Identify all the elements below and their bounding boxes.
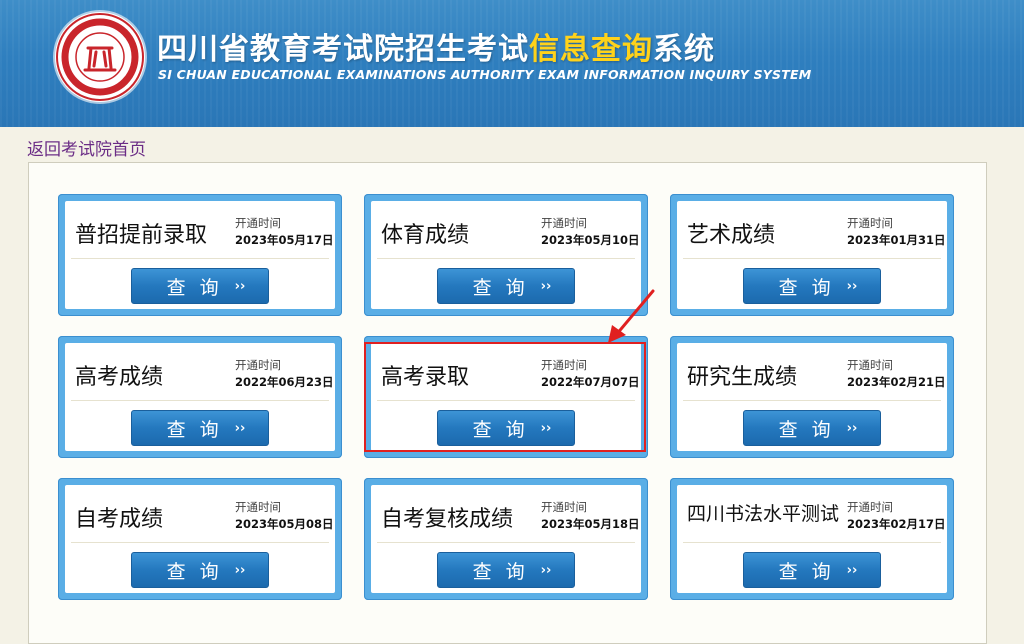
open-date: 2022年07月07日 <box>541 375 640 389</box>
card-gaokao-scores: 高考成绩 开通时间 2022年06月23日 查询 ›› <box>58 336 342 458</box>
double-chevron-right-icon: ›› <box>234 562 246 578</box>
card-title: 艺术成绩 <box>687 223 776 248</box>
double-chevron-right-icon: ›› <box>846 420 858 436</box>
card-graduate-scores: 研究生成绩 开通时间 2023年02月21日 查询 ›› <box>670 336 954 458</box>
divider <box>71 258 329 259</box>
open-time-label: 开通时间 <box>235 358 281 372</box>
card-title: 自考复核成绩 <box>381 507 514 532</box>
query-button[interactable]: 查询 ›› <box>743 552 881 588</box>
open-time-label: 开通时间 <box>847 216 893 230</box>
open-date: 2023年02月17日 <box>847 517 946 531</box>
open-date: 2023年05月10日 <box>541 233 640 247</box>
open-date: 2023年05月08日 <box>235 517 334 531</box>
card-art-scores: 艺术成绩 开通时间 2023年01月31日 查询 ›› <box>670 194 954 316</box>
open-date: 2023年01月31日 <box>847 233 946 247</box>
open-time-label: 开通时间 <box>235 216 281 230</box>
query-button[interactable]: 查询 ›› <box>131 410 269 446</box>
divider <box>377 542 635 543</box>
double-chevron-right-icon: ›› <box>846 562 858 578</box>
card-title: 体育成绩 <box>381 223 470 248</box>
query-button[interactable]: 查询 ›› <box>131 552 269 588</box>
card-calligraphy-test: 四川书法水平测试 开通时间 2023年02月17日 查询 ›› <box>670 478 954 600</box>
open-time-label: 开通时间 <box>541 358 587 372</box>
site-title-highlight: 信息查询 <box>529 32 653 67</box>
divider <box>71 400 329 401</box>
card-self-study-review: 自考复核成绩 开通时间 2023年05月18日 查询 ›› <box>364 478 648 600</box>
card-self-study-scores: 自考成绩 开通时间 2023年05月08日 查询 ›› <box>58 478 342 600</box>
divider <box>683 258 941 259</box>
double-chevron-right-icon: ›› <box>540 562 552 578</box>
card-title: 研究生成绩 <box>687 365 798 390</box>
open-time-label: 开通时间 <box>541 216 587 230</box>
open-date: 2022年06月23日 <box>235 375 334 389</box>
open-time-label: 开通时间 <box>541 500 587 514</box>
back-to-home-link[interactable]: 返回考试院首页 <box>27 135 146 160</box>
site-header: 四川省教育考试院招生考试信息查询系统 SI CHUAN EDUCATIONAL … <box>0 0 1024 127</box>
divider <box>683 542 941 543</box>
card-title: 高考录取 <box>381 365 470 390</box>
site-subtitle: SI CHUAN EDUCATIONAL EXAMINATIONS AUTHOR… <box>158 67 812 82</box>
card-early-admission: 普招提前录取 开通时间 2023年05月17日 查询 ›› <box>58 194 342 316</box>
query-button[interactable]: 查询 ›› <box>131 268 269 304</box>
query-button[interactable]: 查询 ›› <box>437 410 575 446</box>
site-title: 四川省教育考试院招生考试信息查询系统 <box>157 32 715 67</box>
query-button[interactable]: 查询 ›› <box>743 268 881 304</box>
annotation-arrow-icon <box>608 289 655 343</box>
open-date: 2023年05月17日 <box>235 233 334 247</box>
divider <box>71 542 329 543</box>
double-chevron-right-icon: ›› <box>846 278 858 294</box>
open-time-label: 开通时间 <box>847 500 893 514</box>
double-chevron-right-icon: ›› <box>234 420 246 436</box>
query-button[interactable]: 查询 ›› <box>743 410 881 446</box>
card-title: 自考成绩 <box>75 507 164 532</box>
card-title: 普招提前录取 <box>75 223 208 248</box>
card-gaokao-admission: 高考录取 开通时间 2022年07月07日 查询 ›› <box>364 336 648 458</box>
query-button[interactable]: 查询 ›› <box>437 268 575 304</box>
seal-logo-icon <box>55 12 145 102</box>
open-date: 2023年02月21日 <box>847 375 946 389</box>
open-date: 2023年05月18日 <box>541 517 640 531</box>
double-chevron-right-icon: ›› <box>540 420 552 436</box>
card-title: 高考成绩 <box>75 365 164 390</box>
card-title: 四川书法水平测试 <box>687 503 840 525</box>
divider <box>377 258 635 259</box>
divider <box>683 400 941 401</box>
query-button[interactable]: 查询 ›› <box>437 552 575 588</box>
double-chevron-right-icon: ›› <box>540 278 552 294</box>
open-time-label: 开通时间 <box>847 358 893 372</box>
open-time-label: 开通时间 <box>235 500 281 514</box>
double-chevron-right-icon: ›› <box>234 278 246 294</box>
divider <box>377 400 635 401</box>
